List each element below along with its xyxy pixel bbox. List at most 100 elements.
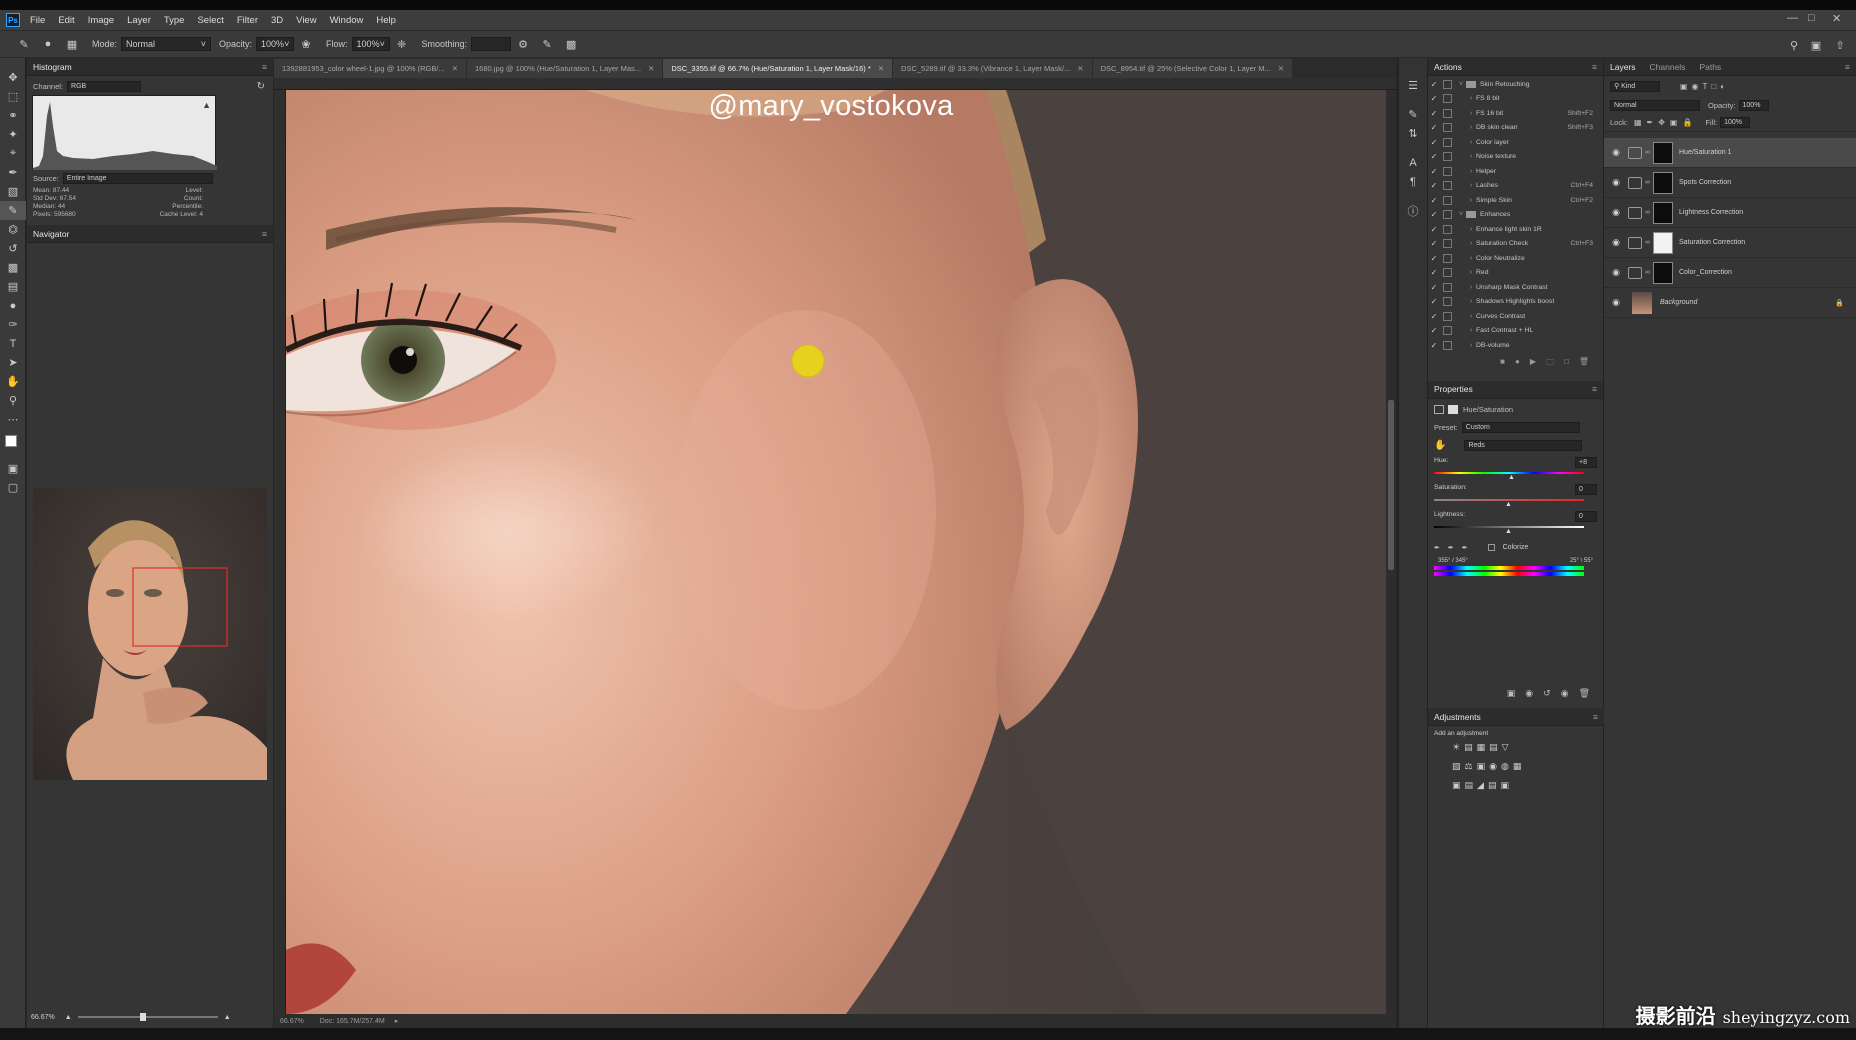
- hue-saturation-icon[interactable]: ▧: [1452, 761, 1461, 772]
- close-icon[interactable]: ✕: [1278, 64, 1284, 73]
- link-icon[interactable]: ∞: [1645, 269, 1650, 276]
- eye-icon[interactable]: ◉: [1608, 267, 1624, 278]
- check-icon[interactable]: ✓: [1428, 254, 1440, 263]
- action-item[interactable]: ✓ › Unsharp Mask Contrast: [1428, 280, 1603, 295]
- check-icon[interactable]: ✓: [1428, 225, 1440, 234]
- gradient-tool-icon[interactable]: ▤: [0, 277, 26, 296]
- menu-window[interactable]: Window: [330, 15, 364, 26]
- delete-icon[interactable]: 🗑: [1579, 688, 1590, 699]
- layer-row[interactable]: ◉ ∞ Spots Correction: [1604, 168, 1856, 198]
- chevron-right-icon[interactable]: ›: [1466, 197, 1476, 204]
- mask-type-icon[interactable]: [1448, 405, 1458, 414]
- dialog-toggle-box[interactable]: [1443, 195, 1452, 205]
- panel-menu-icon[interactable]: ≡: [1845, 62, 1850, 72]
- properties-tab[interactable]: Properties ≡: [1428, 380, 1603, 399]
- filter-kind-select[interactable]: ⚲ Kind: [1610, 80, 1660, 92]
- ruler-horizontal[interactable]: [274, 78, 1396, 90]
- close-icon[interactable]: ✕: [648, 64, 654, 73]
- quick-select-tool-icon[interactable]: ✦: [0, 125, 26, 144]
- chevron-right-icon[interactable]: ›: [1466, 327, 1476, 334]
- photo-filter-icon[interactable]: ◉: [1489, 761, 1497, 772]
- chevron-right-icon[interactable]: ›: [1466, 182, 1476, 189]
- curves-icon[interactable]: ▦: [1477, 742, 1486, 753]
- color-balance-icon[interactable]: ⚖: [1465, 761, 1473, 772]
- levels-icon[interactable]: ▤: [1464, 742, 1473, 753]
- layer-row[interactable]: ◉ Background 🔒: [1604, 288, 1856, 318]
- dialog-toggle-box[interactable]: [1443, 239, 1452, 249]
- close-icon[interactable]: ✕: [1077, 64, 1083, 73]
- posterize-icon[interactable]: ▤: [1465, 780, 1474, 791]
- action-item[interactable]: ✓ › Red: [1428, 266, 1603, 281]
- view-previous-icon[interactable]: ◉: [1525, 688, 1533, 699]
- check-icon[interactable]: ✓: [1428, 152, 1440, 161]
- panel-menu-icon[interactable]: ≡: [1593, 712, 1598, 722]
- layer-mask-thumbnail[interactable]: [1653, 201, 1673, 224]
- tab-paths[interactable]: Paths: [1699, 62, 1721, 72]
- check-icon[interactable]: ✓: [1428, 210, 1440, 219]
- doc-tab-5[interactable]: DSC_8954.tif @ 25% (Selective Color 1, L…: [1092, 59, 1293, 78]
- visibility-icon[interactable]: ◉: [1561, 688, 1569, 699]
- link-icon[interactable]: ∞: [1645, 149, 1650, 156]
- chevron-right-icon[interactable]: ›: [1466, 226, 1476, 233]
- action-item[interactable]: ✓ › Simple Skin Ctrl+F2: [1428, 193, 1603, 208]
- selective-color-icon[interactable]: ▣: [1500, 780, 1509, 791]
- menu-view[interactable]: View: [296, 15, 316, 26]
- layer-mask-thumbnail[interactable]: [1653, 141, 1673, 164]
- pressure-opacity-icon[interactable]: ❀: [298, 36, 314, 52]
- chevron-right-icon[interactable]: ›: [1466, 124, 1476, 131]
- check-icon[interactable]: ✓: [1428, 138, 1440, 147]
- lock-icons[interactable]: ▦✒✥▣🔒: [1634, 118, 1697, 127]
- chevron-right-icon[interactable]: ›: [1466, 313, 1476, 320]
- chevron-right-icon[interactable]: ›: [1466, 139, 1476, 146]
- menu-image[interactable]: Image: [88, 15, 114, 26]
- panel-menu-icon[interactable]: ≡: [1592, 384, 1597, 394]
- range-select[interactable]: Reds: [1464, 440, 1583, 451]
- action-item[interactable]: ✓ › Enhance light skin 1R: [1428, 222, 1603, 237]
- record-icon[interactable]: ●: [1515, 357, 1520, 371]
- eraser-tool-icon[interactable]: ▩: [0, 258, 26, 277]
- action-item[interactable]: ✓ › DB-volume: [1428, 338, 1603, 353]
- chevron-right-icon[interactable]: ›: [1466, 168, 1476, 175]
- layer-mask-thumbnail[interactable]: [1653, 231, 1673, 254]
- panel-menu-icon[interactable]: ≡: [262, 229, 267, 239]
- action-item[interactable]: ✓ › Shadows Highlights boost: [1428, 295, 1603, 310]
- action-item[interactable]: ✓ › Color Neutralize: [1428, 251, 1603, 266]
- check-icon[interactable]: ✓: [1428, 239, 1440, 248]
- dialog-toggle-box[interactable]: [1443, 152, 1452, 162]
- check-icon[interactable]: ✓: [1428, 297, 1440, 306]
- action-item[interactable]: ✓ › Noise texture: [1428, 150, 1603, 165]
- warning-icon[interactable]: ▲: [202, 100, 211, 110]
- doc-tab-2[interactable]: 1680.jpg @ 100% (Hue/Saturation 1, Layer…: [467, 59, 663, 78]
- dialog-toggle-box[interactable]: [1443, 210, 1452, 220]
- check-icon[interactable]: ✓: [1428, 109, 1440, 118]
- lasso-tool-icon[interactable]: ⚭: [0, 106, 26, 125]
- layer-mask-thumbnail[interactable]: [1653, 171, 1673, 194]
- navigator-tab[interactable]: Navigator ≡: [27, 225, 273, 243]
- eyedropper-icon[interactable]: ✒: [1434, 544, 1440, 552]
- check-icon[interactable]: ✓: [1428, 326, 1440, 335]
- link-icon[interactable]: ∞: [1645, 179, 1650, 186]
- saturation-slider[interactable]: ▲: [1434, 495, 1597, 508]
- action-item[interactable]: ✓ › FS 8 bit: [1428, 92, 1603, 107]
- check-icon[interactable]: ✓: [1428, 312, 1440, 321]
- panel-menu-icon[interactable]: ≡: [262, 62, 267, 72]
- chevron-right-icon[interactable]: ›: [1466, 240, 1476, 247]
- brush-preset-picker-icon[interactable]: ●: [40, 36, 56, 52]
- move-tool-icon[interactable]: ✥: [0, 68, 26, 87]
- layer-row[interactable]: ◉ ∞ Hue/Saturation 1: [1604, 138, 1856, 168]
- source-select[interactable]: Entire Image: [62, 172, 213, 184]
- chevron-right-icon[interactable]: ›: [1466, 255, 1476, 262]
- dialog-toggle-box[interactable]: [1443, 94, 1452, 104]
- dialog-toggle-box[interactable]: [1443, 311, 1452, 321]
- scrollbar-thumb[interactable]: [1388, 400, 1394, 570]
- airbrush-icon[interactable]: ❈: [394, 36, 410, 52]
- clip-to-layer-icon[interactable]: ▣: [1507, 688, 1516, 699]
- reset-icon[interactable]: ↺: [1543, 688, 1551, 699]
- dialog-toggle-box[interactable]: [1443, 297, 1452, 307]
- dialog-toggle-box[interactable]: [1443, 137, 1452, 147]
- brush-tool-icon[interactable]: ✎: [0, 201, 26, 220]
- history-brush-tool-icon[interactable]: ↺: [0, 239, 26, 258]
- zoom-slider-thumb[interactable]: [139, 1013, 146, 1021]
- colorize-checkbox[interactable]: [1487, 544, 1495, 551]
- symmetry-icon[interactable]: ▩: [563, 36, 579, 52]
